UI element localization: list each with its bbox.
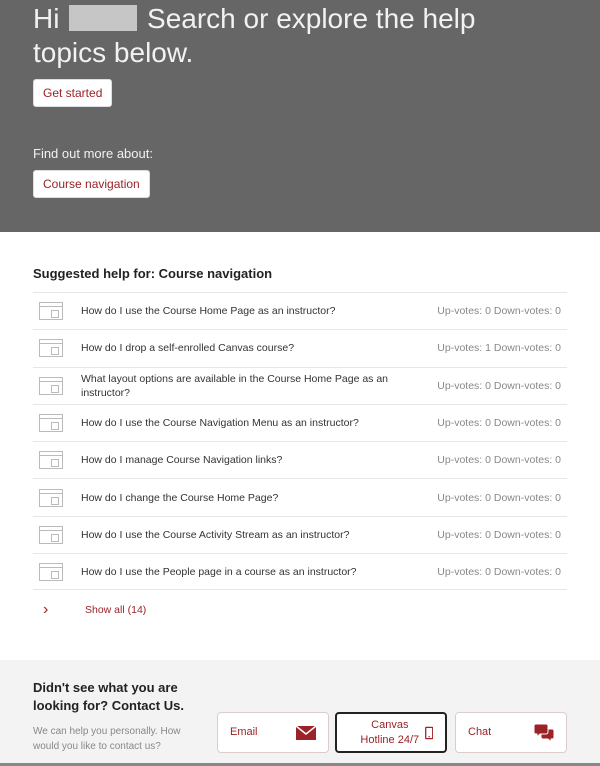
get-started-button[interactable]: Get started [33, 79, 113, 107]
article-icon [39, 451, 63, 470]
hero: Hi Search or explore the help topics bel… [0, 0, 600, 232]
article-row[interactable]: How do I change the Course Home Page? Up-… [33, 478, 567, 515]
contact-text: We can help you personally. How would yo… [33, 726, 181, 752]
article-title[interactable]: How do I change the Course Home Page? [81, 491, 437, 505]
article-title[interactable]: What layout options are available in the… [81, 372, 437, 400]
chevron-right-icon: › [43, 601, 49, 619]
course-navigation-button[interactable]: Course navigation [33, 170, 150, 198]
article-title[interactable]: How do I use the People page in a course… [81, 565, 437, 579]
article-title[interactable]: How do I drop a self-enrolled Canvas cou… [81, 341, 437, 355]
article-votes: Up-votes: 1 Down-votes: 0 [437, 342, 561, 355]
article-icon [39, 376, 63, 395]
envelope-icon [296, 725, 316, 740]
article-votes: Up-votes: 0 Down-votes: 0 [437, 305, 561, 318]
contact-footer: Didn't see what you are looking for? Con… [0, 660, 600, 766]
article-icon [39, 488, 63, 507]
show-all-link[interactable]: › Show all (14) [33, 590, 567, 630]
article-title[interactable]: How do I use the Course Navigation Menu … [81, 416, 437, 430]
article-title[interactable]: How do I use the Course Home Page as an … [81, 304, 437, 318]
article-title[interactable]: How do I use the Course Activity Stream … [81, 528, 437, 542]
phone-icon [424, 726, 433, 739]
article-votes: Up-votes: 0 Down-votes: 0 [437, 454, 561, 467]
suggested-heading: Suggested help for: Course navigation [33, 266, 273, 281]
article-icon [39, 302, 63, 321]
redacted-name [69, 5, 138, 31]
article-votes: Up-votes: 0 Down-votes: 0 [437, 417, 561, 430]
article-icon [39, 562, 63, 581]
hotline-button[interactable]: Canvas Hotline 24/7 [335, 712, 447, 753]
article-row[interactable]: What layout options are available in the… [33, 366, 567, 404]
contact-heading: Didn't see what you are looking for? Con… [33, 680, 184, 713]
chat-button[interactable]: Chat [455, 712, 567, 753]
article-title[interactable]: How do I manage Course Navigation links? [81, 453, 437, 467]
article-votes: Up-votes: 0 Down-votes: 0 [437, 379, 561, 392]
find-out-label: Find out more about: [33, 146, 153, 161]
article-icon [39, 525, 63, 544]
article-row[interactable]: How do I manage Course Navigation links?… [33, 441, 567, 478]
article-icon [39, 414, 63, 433]
article-icon [39, 339, 63, 358]
article-votes: Up-votes: 0 Down-votes: 0 [437, 565, 561, 578]
article-row[interactable]: How do I use the Course Home Page as an … [33, 292, 567, 329]
email-button[interactable]: Email [217, 712, 329, 753]
chat-bubbles-icon [534, 723, 554, 742]
article-row[interactable]: How do I use the Course Navigation Menu … [33, 403, 567, 441]
article-row[interactable]: How do I use the People page in a course… [33, 553, 567, 591]
article-votes: Up-votes: 0 Down-votes: 0 [437, 491, 561, 504]
suggested-help: Suggested help for: Course navigation Ho… [0, 232, 600, 630]
article-row[interactable]: How do I drop a self-enrolled Canvas cou… [33, 329, 567, 366]
hero-title: Hi Search or explore the help topics bel… [33, 3, 476, 68]
article-votes: Up-votes: 0 Down-votes: 0 [437, 528, 561, 541]
article-row[interactable]: How do I use the Course Activity Stream … [33, 515, 567, 553]
